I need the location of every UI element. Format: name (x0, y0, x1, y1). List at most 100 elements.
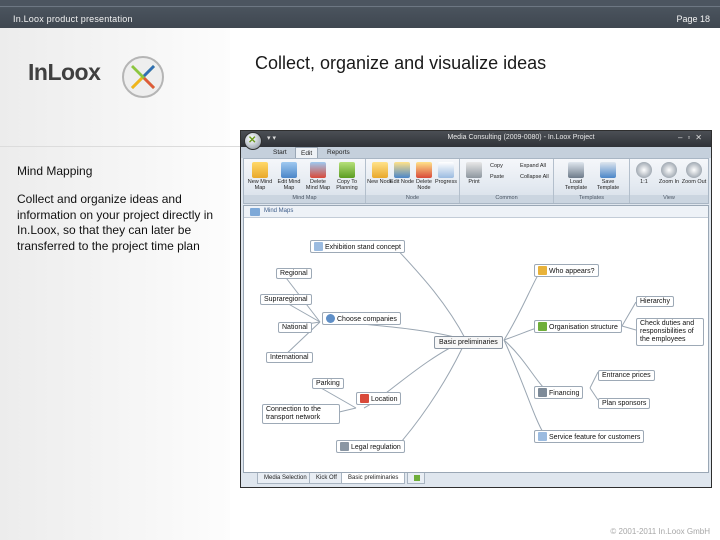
mind-map-canvas[interactable]: Mind Maps Basic preliminaries Exhibition… (243, 205, 709, 473)
center-node-label: Basic preliminaries (439, 339, 498, 346)
app-titlebar: ▾ ▾ Media Consulting (2009-0080) - In.Lo… (241, 131, 711, 147)
node-international[interactable]: International (266, 352, 313, 363)
edit-node-icon (394, 162, 410, 178)
sheet-tab-kick-off[interactable]: Kick Off (309, 473, 344, 484)
node-parking[interactable]: Parking (312, 378, 344, 389)
node-org-structure[interactable]: Organisation structure (534, 320, 622, 333)
inloox-logo: InLoox (28, 55, 168, 99)
node-who-appears-label: Who appears? (549, 268, 595, 275)
node-national[interactable]: National (278, 322, 312, 333)
save-template-button[interactable]: Save Template (594, 162, 622, 191)
node-choose-companies-label: Choose companies (337, 316, 397, 323)
edit-mind-map-icon (281, 162, 297, 178)
node-org-structure-label: Organisation structure (549, 324, 618, 331)
node-location[interactable]: Location (356, 392, 402, 405)
paste-button[interactable]: Paste (490, 174, 504, 180)
node-who-appears[interactable]: Who appears? (534, 264, 599, 277)
app-menu-orb[interactable]: ✕ (244, 132, 262, 150)
node-regional-label: Regional (280, 270, 308, 277)
service-icon (538, 432, 547, 441)
node-service-label: Service feature for customers (549, 434, 641, 441)
section-heading: Mind Mapping (17, 164, 93, 178)
node-choose-companies[interactable]: Choose companies (322, 312, 401, 325)
zoom-out-button[interactable]: Zoom Out (680, 162, 708, 185)
copy-to-planning-icon (339, 162, 355, 178)
node-regional[interactable]: Regional (276, 268, 312, 279)
node-check-duties[interactable]: Check duties and responsibilities of the… (636, 318, 704, 346)
copy-to-planning-label: Copy To Planning (336, 179, 358, 191)
node-plan-sponsors[interactable]: Plan sponsors (598, 398, 651, 409)
progress-button[interactable]: Progress (432, 162, 460, 185)
zoom-in-button[interactable]: Zoom In (655, 162, 683, 185)
node-check-duties-label: Check duties and responsibilities of the… (640, 320, 695, 343)
sheet-tab-media-selection[interactable]: Media Selection (257, 473, 314, 484)
node-legal[interactable]: Legal regulation (336, 440, 405, 453)
tab-reports[interactable]: Reports (327, 149, 350, 156)
add-sheet-tab[interactable] (407, 473, 425, 484)
edit-mind-map-label: Edit Mind Map (277, 179, 301, 191)
ribbon-group-mind-map: New Mind Map Edit Mind Map Delete Mind M… (244, 159, 366, 203)
mind-map-center-node[interactable]: Basic preliminaries (434, 336, 503, 349)
ribbon-group-node: New Node Edit Node Delete Node Progress … (366, 159, 460, 203)
zoom-out-icon (686, 162, 702, 178)
who-appears-icon (538, 266, 547, 275)
add-sheet-icon (414, 475, 420, 481)
logo-wordmark: InLoox (28, 59, 101, 85)
companies-icon (326, 314, 335, 323)
presentation-title: In.Loox product presentation (13, 14, 133, 24)
copy-to-planning-button[interactable]: Copy To Planning (333, 162, 361, 191)
delete-mind-map-button[interactable]: Delete Mind Map (304, 162, 332, 191)
collapse-all-button[interactable]: Collapse All (520, 174, 549, 180)
edit-mind-map-button[interactable]: Edit Mind Map (275, 162, 303, 191)
page-number: Page 18 (676, 14, 710, 24)
section-body-text: Collect and organize ideas and informati… (17, 192, 214, 253)
zoom-1-1-button[interactable]: 1:1 (630, 162, 658, 185)
node-hierarchy[interactable]: Hierarchy (636, 296, 674, 307)
mind-maps-header: Mind Maps (244, 206, 708, 218)
exhibition-icon (314, 242, 323, 251)
print-icon (466, 162, 482, 178)
zoom-reset-icon (636, 162, 652, 178)
window-controls[interactable]: –▫✕ (678, 133, 707, 142)
common-group-label: Common (460, 195, 553, 203)
expand-all-button[interactable]: Expand All (520, 163, 546, 169)
legal-icon (340, 442, 349, 451)
app-window-title: Media Consulting (2009-0080) - In.Loox P… (447, 134, 595, 141)
node-exhibition-label: Exhibition stand concept (325, 244, 401, 251)
slide-title: Collect, organize and visualize ideas (255, 53, 547, 73)
ribbon-tab-strip: Start Edit Reports (241, 147, 711, 158)
zoom-in-label: Zoom In (658, 179, 680, 185)
node-service[interactable]: Service feature for customers (534, 430, 645, 443)
node-supraregional[interactable]: Supraregional (260, 294, 312, 305)
delete-node-icon (416, 162, 432, 178)
node-group-label: Node (366, 195, 459, 203)
orb-x-icon: ✕ (248, 135, 257, 146)
tab-start[interactable]: Start (273, 149, 287, 156)
ribbon-group-view: 1:1 Zoom In Zoom Out View (630, 159, 708, 203)
quick-access-toolbar[interactable]: ▾ ▾ (267, 134, 276, 142)
ribbon-group-templates: Load Template Save Template Templates (554, 159, 630, 203)
load-template-button[interactable]: Load Template (562, 162, 590, 191)
logo-x-icon (122, 56, 164, 98)
delete-mind-map-icon (310, 162, 326, 178)
mind-maps-icon (250, 208, 260, 216)
copy-button[interactable]: Copy (490, 163, 503, 169)
delete-mind-map-label: Delete Mind Map (305, 179, 331, 191)
node-entrance-prices[interactable]: Entrance prices (598, 370, 655, 381)
node-connection[interactable]: Connection to the transport network (262, 404, 340, 424)
header-highlight (0, 0, 720, 7)
print-button[interactable]: Print (460, 162, 488, 185)
node-international-label: International (270, 354, 309, 361)
node-exhibition[interactable]: Exhibition stand concept (310, 240, 405, 253)
new-mind-map-button[interactable]: New Mind Map (246, 162, 274, 191)
view-group-label: View (630, 195, 708, 203)
zoom-out-label: Zoom Out (681, 179, 707, 185)
sheet-tab-basic-preliminaries[interactable]: Basic preliminaries (341, 473, 406, 484)
node-financing-label: Financing (549, 390, 580, 397)
ribbon-group-common: Print Copy Paste Expand All Collapse All… (460, 159, 554, 203)
mind-map-group-label: Mind Map (244, 195, 365, 203)
node-connection-label: Connection to the transport network (266, 406, 321, 421)
node-financing[interactable]: Financing (534, 386, 584, 399)
tab-edit[interactable]: Edit (295, 147, 319, 158)
inloox-app-window: ▾ ▾ Media Consulting (2009-0080) - In.Lo… (240, 130, 712, 488)
